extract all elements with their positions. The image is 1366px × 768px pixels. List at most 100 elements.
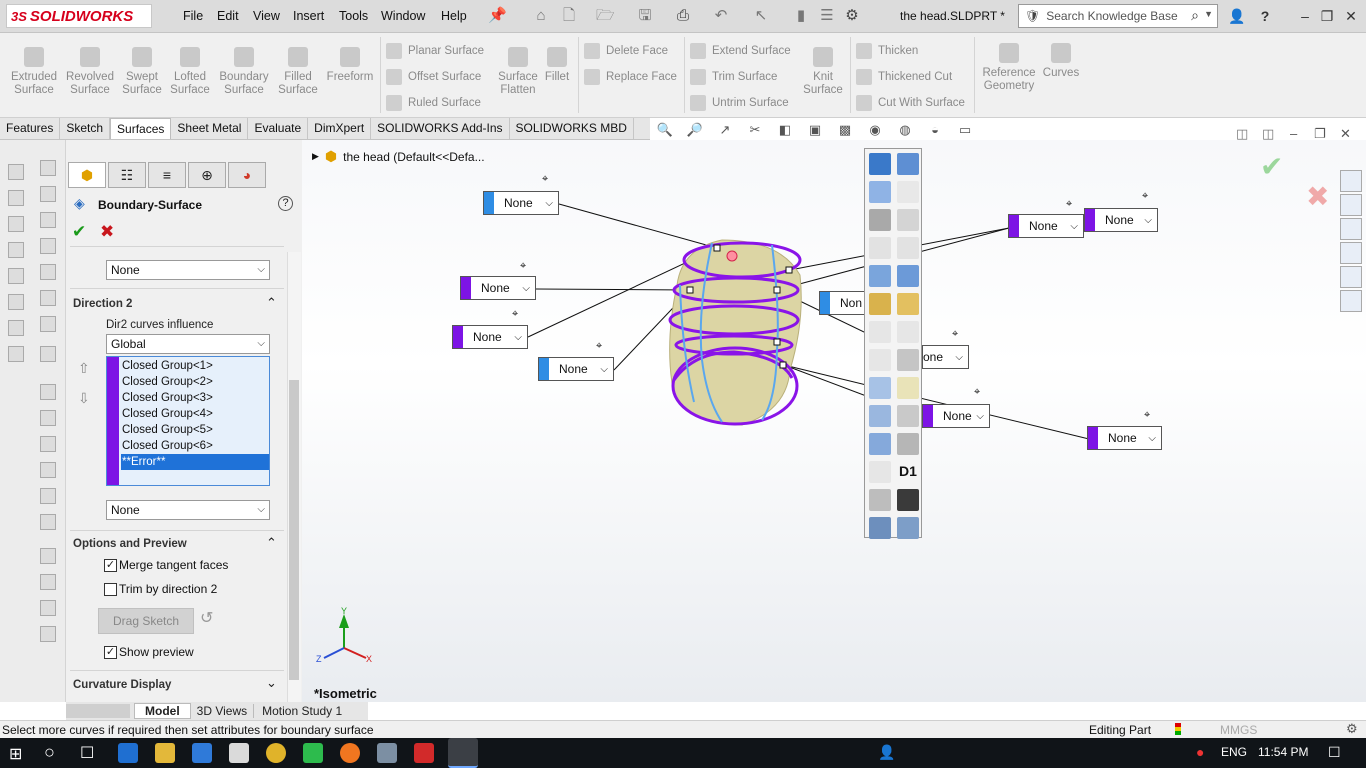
tile-right-icon[interactable]: ◫ [1262,126,1274,142]
point-icon[interactable] [897,209,919,231]
tab-evaluate[interactable]: Evaluate [248,118,309,139]
strip-tool-icon[interactable] [40,548,56,564]
move-down-arrow-icon[interactable]: ⇩ [78,390,90,407]
extruded-surface-button[interactable]: Extruded Surface [6,47,62,97]
acrobat-icon[interactable] [414,743,434,763]
strip-tool-icon[interactable] [8,216,24,232]
curve-callout[interactable]: None ⌵ [1008,214,1084,238]
sketch-text-icon[interactable] [897,237,919,259]
previous-view-icon[interactable]: ↗ [715,121,735,139]
direction1-tangency-select[interactable]: None ⌵ [106,260,270,280]
cylinder-icon[interactable] [897,405,919,427]
tab-features[interactable]: Features [0,118,61,139]
list-item[interactable]: Closed Group<5> [121,422,269,438]
center-of-mass-icon[interactable] [897,489,919,511]
open-folder-icon[interactable]: 🗁 [596,7,615,25]
strip-tool-icon[interactable] [40,488,56,504]
save-icon[interactable]: 🖫 [636,7,654,25]
list-item[interactable]: Closed Group<1> [121,358,269,374]
solidworks-taskbar-icon[interactable] [448,738,478,768]
curve-callout[interactable]: None ⌵ [922,404,990,428]
coordinate-system-icon[interactable] [869,209,891,231]
doc-minimize-icon[interactable]: – [1290,126,1297,141]
revolved-surface-button[interactable]: Revolved Surface [62,47,118,97]
merge-tangent-checkbox[interactable]: ✓ [104,559,117,572]
curves-button[interactable]: Curves [1038,43,1084,80]
tab-scroll-arrows[interactable] [66,704,130,718]
dir2-curves-list[interactable]: Closed Group<1> Closed Group<2> Closed G… [106,356,270,486]
whatsapp-icon[interactable] [303,743,323,763]
ok-check-icon[interactable]: ✔ [72,222,86,242]
plane-icon[interactable] [869,153,891,175]
cut-with-surface-button[interactable]: Cut With Surface [856,95,965,111]
decal-icon[interactable] [869,489,891,511]
fillet-button[interactable]: Fillet [532,47,582,84]
design-library-icon[interactable] [1340,194,1362,216]
search-icon[interactable]: ⌕ [1191,7,1199,24]
planar-surface-button[interactable]: Planar Surface [386,43,484,59]
show-preview-checkbox[interactable]: ✓ [104,646,117,659]
minimize-button[interactable]: – [1294,6,1316,26]
tab-model[interactable]: Model [134,703,191,719]
thicken-button[interactable]: Thicken [856,43,918,59]
strip-tool-icon[interactable] [40,514,56,530]
custom-properties-icon[interactable] [1340,290,1362,312]
strip-tool-icon[interactable] [8,242,24,258]
feature-manager-tab-icon[interactable]: ⬢ [68,162,106,188]
search-circle-icon[interactable]: ○ [44,742,55,763]
move-up-arrow-icon[interactable]: ⇧ [78,360,90,377]
strip-tool-icon[interactable] [40,410,56,426]
dimension-names-label[interactable]: D1 [899,463,917,479]
tab-dimxpert[interactable]: DimXpert [308,118,372,139]
search-input[interactable]: Search Knowledge Base [1046,9,1177,23]
help-icon[interactable]: ? [278,196,293,211]
action-center-icon[interactable]: ☐ [1328,744,1341,761]
curve-callout[interactable]: None ⌵ [1087,426,1162,450]
ref-plane-icon[interactable] [897,153,919,175]
freeform-button[interactable]: Freeform [322,47,378,84]
untrim-surface-button[interactable]: Untrim Surface [690,95,789,111]
dimension-icon[interactable] [869,349,891,371]
rebuild-status-icon[interactable] [1175,723,1181,735]
annotation-icon[interactable] [869,293,891,315]
direction2-header[interactable]: Direction 2 [73,298,132,310]
weld-bead-icon[interactable] [869,433,891,455]
callout-pin-icon[interactable]: ⌖ [520,260,526,273]
tab-sketch[interactable]: Sketch [60,118,111,139]
configuration-manager-tab-icon[interactable]: ≡ [148,162,186,188]
tab-sheet-metal[interactable]: Sheet Metal [171,118,249,139]
display-style-icon[interactable]: ▩ [835,121,855,139]
callout-pin-icon[interactable]: ⌖ [1144,409,1150,422]
solid-body-icon[interactable] [897,433,919,455]
lofted-surface-button[interactable]: Lofted Surface [162,47,218,97]
annotation-text-icon[interactable] [897,293,919,315]
settings-gears-icon[interactable] [897,517,919,539]
collapse-chevron-icon[interactable]: ⌃ [266,535,277,551]
strip-tool-icon[interactable] [40,626,56,642]
appearances-icon[interactable] [1340,266,1362,288]
strip-tool-icon[interactable] [8,190,24,206]
drag-sketch-button[interactable]: Drag Sketch [98,608,194,634]
offset-surface-button[interactable]: Offset Surface [386,69,481,85]
strip-tool-icon[interactable] [40,346,56,362]
reference-geometry-button[interactable]: Reference Geometry [978,43,1040,93]
callout-pin-icon[interactable]: ⌖ [1142,190,1148,203]
strip-tool-icon[interactable] [8,294,24,310]
rebuild-icon[interactable]: ▮ [792,7,810,25]
doc-restore-icon[interactable]: ❐ [1314,126,1326,142]
new-document-icon[interactable]: 🗋 [560,7,578,25]
zoom-to-fit-icon[interactable]: 🔍 [655,121,675,139]
grid-icon[interactable] [869,377,891,399]
knit-surface-button[interactable]: Knit Surface [796,47,850,97]
solidworks-logo[interactable]: 3S SOLIDWORKS [6,4,152,28]
undo-sketch-drag-icon[interactable]: ↺ [200,608,213,628]
callout-pin-icon[interactable]: ⌖ [542,173,548,186]
strip-tool-icon[interactable] [8,268,24,284]
strip-tool-icon[interactable] [40,186,56,202]
edge-browser-icon[interactable] [118,743,138,763]
strip-tool-icon[interactable] [40,462,56,478]
ruled-surface-button[interactable]: Ruled Surface [386,95,481,111]
callout-pin-icon[interactable]: ⌖ [596,340,602,353]
cancel-x-icon[interactable]: ✖ [100,222,114,242]
curve-callout[interactable]: None ⌵ [452,325,528,349]
